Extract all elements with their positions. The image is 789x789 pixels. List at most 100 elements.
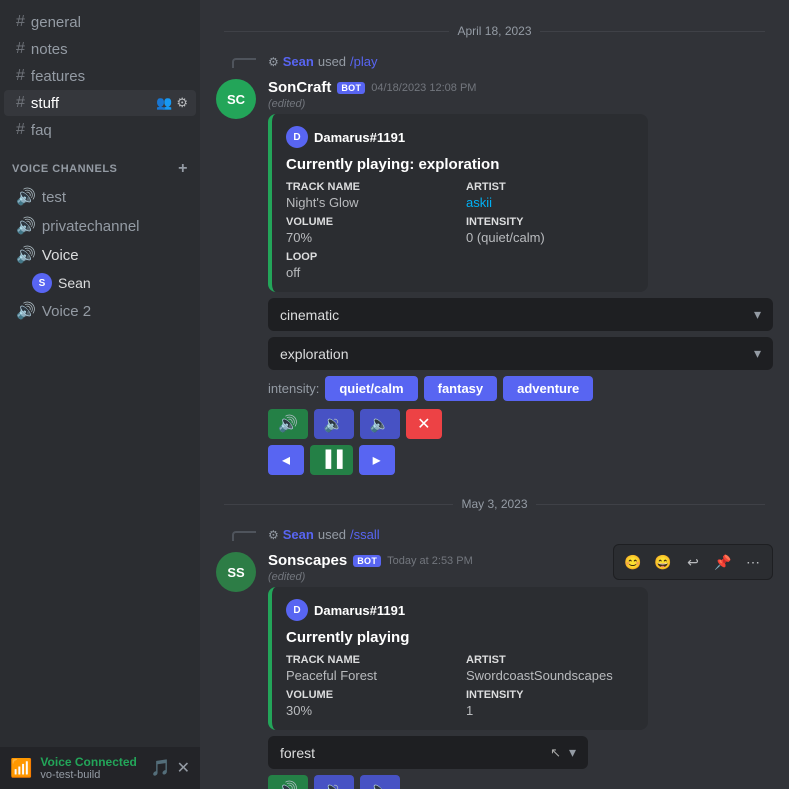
avatar-sonscapes: SS [216, 552, 256, 592]
sidebar-item-voice2[interactable]: 🔊 Voice 2 [4, 297, 196, 325]
embed-field-volume-2: Volume 30% [286, 689, 454, 718]
command-name: /play [350, 54, 377, 69]
volume-medium-button[interactable]: 🔈 [360, 409, 400, 439]
add-voice-channel-button[interactable]: + [178, 160, 188, 178]
bot-name-1: SonCraft [268, 79, 331, 96]
controls-area-1: cinematic ▾ exploration ▾ intensity: qui… [268, 298, 773, 475]
msg-time-2: Today at 2:53 PM [387, 555, 473, 567]
play-pause-button[interactable]: ▐▐ [310, 445, 353, 475]
command-user-2[interactable]: Sean [283, 527, 314, 542]
embed-field-artist-2: Artist SwordcoastSoundscapes [466, 654, 634, 683]
chevron-down-icon: ▾ [569, 744, 576, 761]
command-used-2: ⚙ Sean used /ssall [268, 527, 773, 542]
voice-connected-label: Voice Connected [40, 755, 142, 769]
sidebar-item-stuff[interactable]: # stuff 👥 ⚙ [4, 90, 196, 116]
dropdown-exploration[interactable]: exploration ▾ [268, 337, 773, 370]
command-user[interactable]: Sean [283, 54, 314, 69]
embed-card-1: D Damarus#1191 Currently playing: explor… [268, 114, 648, 292]
settings-icon[interactable]: ⚙ [176, 95, 188, 111]
messages-area: April 18, 2023 ⚙ Sean used /play SC SonC… [200, 0, 789, 789]
voice-member-sean[interactable]: S Sean [4, 270, 196, 296]
embed-fields-2: Track name Peaceful Forest Artist Swordc… [286, 654, 634, 718]
message-block-1: ⚙ Sean used /play [216, 54, 773, 75]
bot-badge-1: BOT [337, 82, 365, 94]
volume-medium-button-2[interactable]: 🔈 [360, 775, 400, 789]
playback-row-2: 🔊 🔉 🔈 [268, 775, 773, 789]
command-user-icon: ⚙ [268, 55, 279, 69]
bot-badge-2: BOT [353, 555, 381, 567]
controls-area-2: forest ↖ ▾ 🔊 🔉 🔈 ◂ ▐▐ ▸ [268, 736, 773, 789]
sidebar-item-faq[interactable]: # faq [4, 117, 196, 143]
sidebar-item-test[interactable]: 🔊 test [4, 183, 196, 211]
embed-author-1: D Damarus#1191 [286, 126, 634, 148]
embed-field-loop: Loop off [286, 251, 634, 280]
embed-title-2: Currently playing [286, 629, 634, 646]
microphone-icon[interactable]: 🎵 [151, 758, 171, 778]
artist-link[interactable]: askii [466, 195, 634, 210]
emoji-react-icon[interactable]: 😊 [620, 549, 646, 575]
msg-content-2: Sonscapes BOT Today at 2:53 PM (edited) … [268, 552, 773, 789]
member-icon[interactable]: 👥 [156, 95, 172, 111]
intensity-row: intensity: quiet/calm fantasy adventure [268, 376, 773, 401]
voice-connected-bar: 📶 Voice Connected vo-test-build 🎵 ✕ [0, 747, 200, 789]
fantasy-button[interactable]: fantasy [424, 376, 498, 401]
stop-button[interactable]: ✕ [406, 409, 442, 439]
volume-down-button[interactable]: 🔉 [314, 409, 354, 439]
sidebar-item-privatechannel[interactable]: 🔊 privatechannel [4, 212, 196, 240]
embed-field-trackname-2: Track name Peaceful Forest [286, 654, 454, 683]
next-button[interactable]: ▸ [359, 445, 395, 475]
reply-icon[interactable]: ↩ [680, 549, 706, 575]
embed-author-name-1: Damarus#1191 [314, 130, 405, 145]
embed-author-2: D Damarus#1191 [286, 599, 634, 621]
adventure-button[interactable]: adventure [503, 376, 593, 401]
playback-row-1: 🔊 🔉 🔈 ✕ [268, 409, 773, 439]
hash-icon: # [16, 13, 25, 31]
command-user-icon: ⚙ [268, 528, 279, 542]
volume-down-button-2[interactable]: 🔉 [314, 775, 354, 789]
volume-up-button-2[interactable]: 🔊 [268, 775, 308, 789]
channel-list: # general # notes # features # stuff 👥 ⚙… [0, 0, 200, 747]
more-icon[interactable]: ⋯ [740, 549, 766, 575]
hash-icon: # [16, 94, 25, 112]
sidebar-item-notes[interactable]: # notes [4, 36, 196, 62]
dropdown-cinematic[interactable]: cinematic ▾ [268, 298, 773, 331]
avatar: S [32, 273, 52, 293]
embed-field-intensity-2: Intensity 1 [466, 689, 634, 718]
sidebar-item-general[interactable]: # general [4, 9, 196, 35]
chevron-down-icon: ▾ [754, 306, 761, 323]
volume-up-button[interactable]: 🔊 [268, 409, 308, 439]
hash-icon: # [16, 40, 25, 58]
hash-icon: # [16, 67, 25, 85]
embed-field-volume: Volume 70% [286, 216, 454, 245]
msg-edited-1: (edited) [268, 98, 773, 110]
msg-header-1: SonCraft BOT 04/18/2023 12:08 PM [268, 79, 773, 96]
command-used-1: ⚙ Sean used /play [268, 54, 773, 69]
signal-icon: 📶 [10, 758, 32, 779]
msg-time-1: 04/18/2023 12:08 PM [371, 82, 476, 94]
sidebar-item-features[interactable]: # features [4, 63, 196, 89]
date-divider-2: May 3, 2023 [216, 497, 773, 511]
dropdown-forest[interactable]: forest ↖ ▾ [268, 736, 588, 769]
bot-name-2: Sonscapes [268, 552, 347, 569]
speaker-icon: 🔊 [16, 187, 36, 207]
sidebar-item-voice[interactable]: 🔊 Voice [4, 241, 196, 269]
cursor-indicator: ↖ [550, 745, 561, 761]
pin-icon[interactable]: 📌 [710, 549, 736, 575]
prev-button[interactable]: ◂ [268, 445, 304, 475]
intensity-label: intensity: [268, 381, 319, 396]
speaker-icon: 🔊 [16, 216, 36, 236]
avatar-soncraft: SC [216, 79, 256, 119]
speaker-icon: 🔊 [16, 245, 36, 265]
embed-author-name-2: Damarus#1191 [314, 603, 405, 618]
emoji-react-2-icon[interactable]: 😄 [650, 549, 676, 575]
embed-fields-1: Track name Night's Glow Artist askii Vol… [286, 181, 634, 280]
speaker-icon: 🔊 [16, 301, 36, 321]
embed-title-1: Currently playing: exploration [286, 156, 634, 173]
quiet-calm-button[interactable]: quiet/calm [325, 376, 417, 401]
sidebar: # general # notes # features # stuff 👥 ⚙… [0, 0, 200, 789]
nav-row-1: ◂ ▐▐ ▸ [268, 445, 773, 475]
voice-connected-channel: vo-test-build [40, 769, 142, 781]
date-divider-1: April 18, 2023 [216, 24, 773, 38]
disconnect-icon[interactable]: ✕ [177, 758, 190, 778]
chevron-down-icon: ▾ [754, 345, 761, 362]
